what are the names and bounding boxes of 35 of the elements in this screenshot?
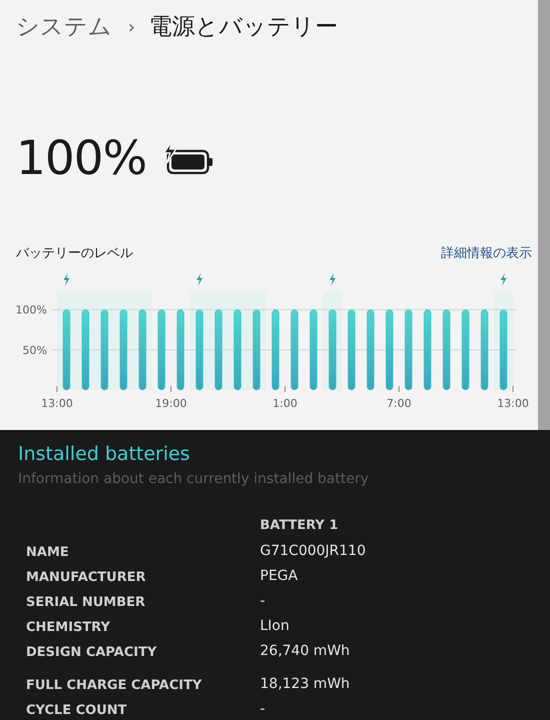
property-value: - bbox=[260, 592, 266, 610]
property-label: DESIGN CAPACITY bbox=[26, 645, 157, 660]
property-value: G71C000JR110 bbox=[260, 542, 366, 560]
axis-label: 19:00 bbox=[155, 397, 187, 410]
property-label: NAME bbox=[26, 545, 69, 560]
property-label: CHEMISTRY bbox=[26, 620, 110, 635]
property-value: 26,740 mWh bbox=[260, 642, 350, 660]
charging-icon bbox=[330, 273, 336, 286]
property-label: CYCLE COUNT bbox=[26, 703, 127, 718]
details-link[interactable]: 詳細情報の表示 bbox=[441, 244, 532, 263]
breadcrumb-link[interactable]: システム bbox=[16, 10, 112, 44]
property-label: SERIAL NUMBER bbox=[26, 595, 146, 610]
section-title: Installed batteries bbox=[18, 442, 191, 467]
property-label: MANUFACTURER bbox=[26, 570, 146, 585]
axis-label: 13:00 bbox=[497, 397, 529, 410]
axis-label: 50% bbox=[22, 344, 47, 357]
page-title: 電源とバッテリー bbox=[149, 13, 338, 42]
axis-label: 1:00 bbox=[272, 397, 298, 410]
battery-percentage: 100% bbox=[16, 134, 146, 182]
section-title: バッテリーのレベル bbox=[16, 244, 133, 262]
chevron-icon: › bbox=[128, 14, 136, 41]
charging-icon bbox=[196, 273, 202, 286]
property-value: LIon bbox=[260, 616, 290, 636]
axis-label: 100% bbox=[16, 304, 47, 317]
section-subtitle: Information about each currently installed battery bbox=[18, 470, 370, 488]
charging-icon bbox=[64, 273, 70, 286]
scrollbar[interactable] bbox=[538, 0, 550, 430]
property-value: - bbox=[260, 700, 266, 718]
property-value: 18,123 mWh bbox=[260, 674, 350, 694]
axis-label: 7:00 bbox=[386, 397, 412, 410]
column-header: BATTERY 1 bbox=[260, 517, 338, 536]
property-label: FULL CHARGE CAPACITY bbox=[26, 678, 202, 693]
property-value: PEGA bbox=[260, 566, 298, 586]
axis-label: 13:00 bbox=[41, 397, 73, 410]
charging-icon bbox=[500, 273, 506, 286]
